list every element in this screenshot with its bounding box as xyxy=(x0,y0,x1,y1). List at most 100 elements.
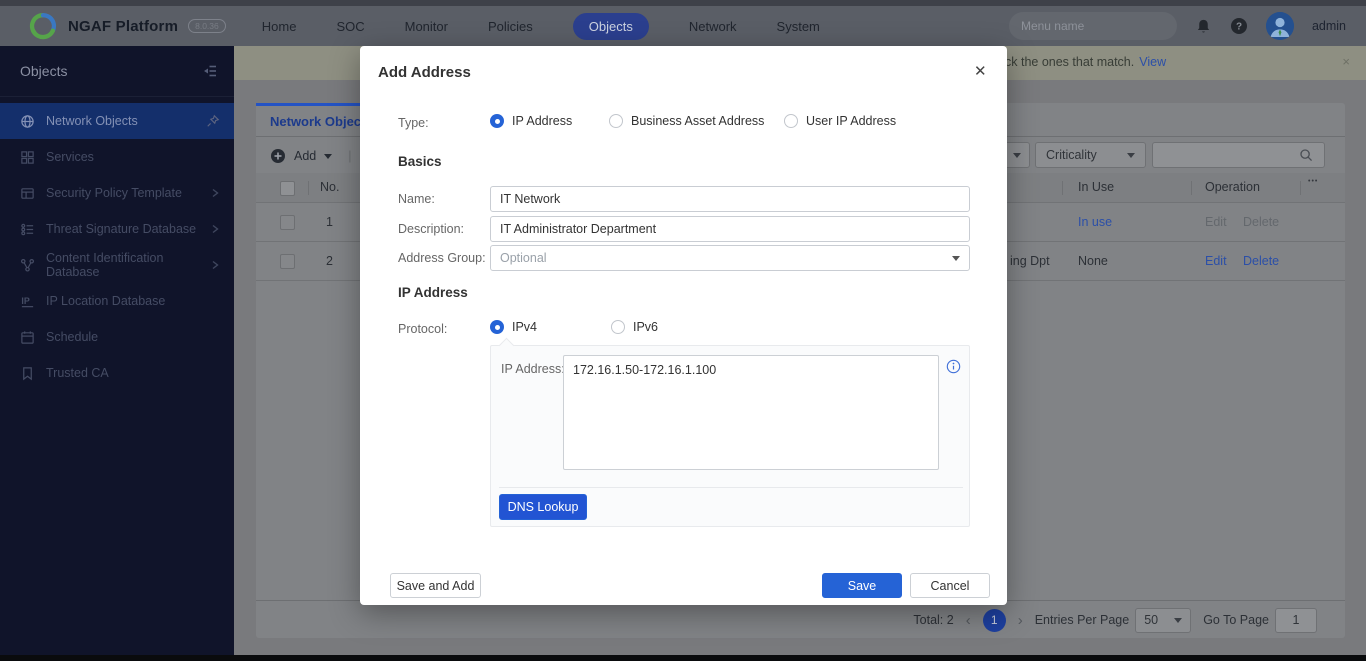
ip-icon: IP xyxy=(20,294,35,309)
radio-icon[interactable] xyxy=(611,320,625,334)
radio-ipv6[interactable]: IPv6 xyxy=(611,320,658,334)
radio-business-asset-address[interactable]: Business Asset Address xyxy=(609,114,764,128)
panel-notch xyxy=(498,337,515,354)
nav-objects[interactable]: Objects xyxy=(572,12,649,40)
app-title: NGAF Platform xyxy=(68,17,179,35)
radio-selected-icon[interactable] xyxy=(490,114,504,128)
grid-icon xyxy=(20,150,35,165)
nav-soc[interactable]: SOC xyxy=(336,19,364,34)
next-page-icon[interactable]: › xyxy=(1018,612,1023,629)
sidebar-item-content-identification-database[interactable]: Content Identification Database xyxy=(0,247,234,283)
radio-ipv4[interactable]: IPv4 xyxy=(490,320,537,334)
go-to-page-input[interactable]: 1 xyxy=(1275,607,1317,633)
sidebar-item-label: Trusted CA xyxy=(46,366,109,380)
info-icon[interactable] xyxy=(946,359,961,374)
nodes-icon xyxy=(20,258,35,273)
ip-address-textarea[interactable]: 172.16.1.50-172.16.1.100 xyxy=(563,355,939,470)
radio-selected-icon[interactable] xyxy=(490,320,504,334)
menu-search[interactable] xyxy=(1008,12,1178,40)
calendar-icon xyxy=(20,330,35,345)
template-icon xyxy=(20,186,35,201)
notice-view-link[interactable]: View xyxy=(1139,55,1166,69)
prev-page-icon[interactable]: ‹ xyxy=(966,612,971,629)
menu-search-input[interactable] xyxy=(1018,18,1178,34)
help-icon[interactable]: ? xyxy=(1230,17,1248,35)
name-input[interactable] xyxy=(490,186,970,212)
panel-divider xyxy=(499,487,963,488)
edit-link[interactable]: Edit xyxy=(1205,254,1227,268)
column-settings-icon[interactable]: ••• xyxy=(1308,178,1318,185)
delete-link[interactable]: Delete xyxy=(1243,215,1279,229)
nav-monitor[interactable]: Monitor xyxy=(405,19,448,34)
table-search-box[interactable] xyxy=(1152,142,1325,168)
add-button[interactable]: Add xyxy=(294,149,316,163)
sidebar-item-services[interactable]: Services xyxy=(0,139,234,175)
pin-icon[interactable] xyxy=(206,114,220,128)
sidebar-item-label: IP Location Database xyxy=(46,294,166,308)
nav-home[interactable]: Home xyxy=(262,19,297,34)
toolbar-separator: | xyxy=(348,149,352,163)
save-button[interactable]: Save xyxy=(822,573,902,598)
cell-no: 1 xyxy=(326,215,333,229)
col-in-use: In Use xyxy=(1078,180,1115,194)
cell-in-use-link[interactable]: In use xyxy=(1078,215,1112,229)
ngaf-logo-icon xyxy=(29,13,57,40)
add-caret-icon[interactable] xyxy=(324,153,333,159)
sidebar-collapse-icon[interactable] xyxy=(202,64,218,78)
sidebar-item-threat-signature-database[interactable]: Threat Signature Database xyxy=(0,211,234,247)
top-nav: Home SOC Monitor Policies Objects Networ… xyxy=(262,12,820,40)
add-address-modal: Add Address ✕ Type: IP Address Business … xyxy=(360,46,1007,605)
sidebar-item-label: Network Objects xyxy=(46,114,138,128)
sidebar-item-ip-location-database[interactable]: IP IP Location Database xyxy=(0,283,234,319)
nav-policies[interactable]: Policies xyxy=(488,19,533,34)
entries-per-page-label: Entries Per Page xyxy=(1034,613,1130,627)
close-icon[interactable]: ✕ xyxy=(974,62,987,80)
cancel-button[interactable]: Cancel xyxy=(910,573,990,598)
radio-icon[interactable] xyxy=(784,114,798,128)
dns-lookup-button[interactable]: DNS Lookup xyxy=(499,494,587,520)
entries-per-page-select[interactable]: 50 xyxy=(1135,607,1192,633)
sidebar-item-schedule[interactable]: Schedule xyxy=(0,319,234,355)
sidebar-item-label: Services xyxy=(46,150,94,164)
username[interactable]: admin xyxy=(1312,19,1346,33)
sidebar-item-network-objects[interactable]: Network Objects xyxy=(0,103,234,139)
delete-link[interactable]: Delete xyxy=(1243,254,1279,268)
chevron-down-icon xyxy=(1127,152,1135,158)
certificate-icon xyxy=(20,366,35,381)
sidebar-item-trusted-ca[interactable]: Trusted CA xyxy=(0,355,234,391)
col-operation: Operation xyxy=(1205,180,1260,194)
radio-user-ip-address[interactable]: User IP Address xyxy=(784,114,896,128)
nav-system[interactable]: System xyxy=(777,19,820,34)
pagination-bar: Total: 2 ‹ 1 › Entries Per Page 50 Go To… xyxy=(256,600,1345,638)
sidebar-header: Objects xyxy=(0,46,234,97)
radio-icon[interactable] xyxy=(609,114,623,128)
cell-no: 2 xyxy=(326,254,333,268)
criticality-select[interactable]: Criticality xyxy=(1035,142,1146,168)
avatar[interactable] xyxy=(1265,12,1294,40)
current-page[interactable]: 1 xyxy=(982,608,1006,632)
address-group-label: Address Group: xyxy=(398,251,486,265)
edit-link[interactable]: Edit xyxy=(1205,215,1227,229)
chevron-right-icon xyxy=(210,224,220,234)
row-checkbox[interactable] xyxy=(280,254,295,269)
address-group-select[interactable]: Optional xyxy=(490,245,970,271)
ip-address-header: IP Address xyxy=(398,285,468,300)
description-input[interactable] xyxy=(490,216,970,242)
notice-close-icon[interactable]: × xyxy=(1342,54,1350,69)
protocol-label: Protocol: xyxy=(398,322,448,336)
row-checkbox[interactable] xyxy=(280,215,295,230)
topbar-right: ? admin xyxy=(1008,12,1346,40)
sidebar-item-security-policy-template[interactable]: Security Policy Template xyxy=(0,175,234,211)
sidebar-item-label: Security Policy Template xyxy=(46,186,182,200)
radio-ip-address[interactable]: IP Address xyxy=(490,114,572,128)
screen: NGAF Platform 8.0.36 Home SOC Monitor Po… xyxy=(0,0,1366,661)
add-icon[interactable] xyxy=(270,148,286,164)
ip-address-panel: IP Address: 172.16.1.50-172.16.1.100 DNS… xyxy=(490,337,970,527)
col-no: No. xyxy=(320,180,340,194)
select-all-checkbox[interactable] xyxy=(280,181,295,196)
nav-network[interactable]: Network xyxy=(689,19,737,34)
search-icon[interactable] xyxy=(1299,148,1314,163)
save-and-add-button[interactable]: Save and Add xyxy=(390,573,481,598)
bell-icon[interactable] xyxy=(1195,17,1212,35)
top-bar: NGAF Platform 8.0.36 Home SOC Monitor Po… xyxy=(0,0,1366,46)
